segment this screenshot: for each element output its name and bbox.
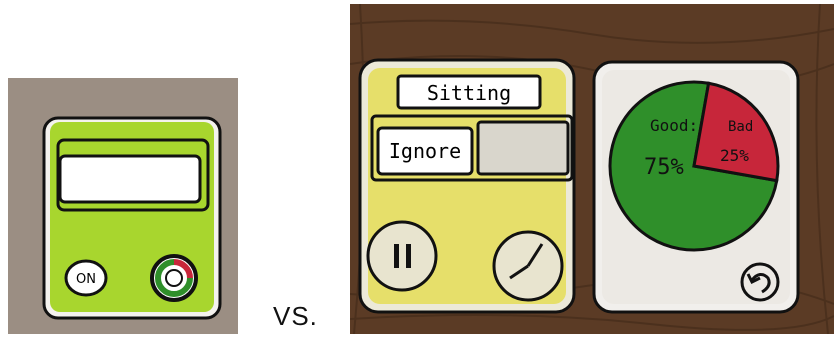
prototype-b-drawing: Sitting Ignore Good: 75% Bad 25% bbox=[350, 4, 834, 334]
bad-label: Bad bbox=[728, 119, 753, 135]
summary-pie-chart bbox=[608, 80, 780, 252]
ignore-button-label: Ignore bbox=[389, 139, 461, 163]
good-value: 75% bbox=[644, 155, 684, 180]
ignore-slot bbox=[476, 120, 570, 176]
prototype-a-photo: ON bbox=[8, 78, 238, 334]
progress-ring-icon bbox=[150, 254, 198, 302]
versus-label: VS. bbox=[273, 301, 318, 331]
on-button[interactable]: ON bbox=[64, 259, 108, 297]
ignore-button[interactable]: Ignore bbox=[376, 126, 474, 176]
prototype-a-text-field[interactable] bbox=[58, 154, 202, 204]
phone-prototype: Sitting Ignore bbox=[358, 58, 576, 314]
pause-button[interactable] bbox=[366, 220, 438, 292]
bad-value: 25% bbox=[720, 146, 749, 165]
mode-label: Sitting bbox=[427, 81, 511, 105]
chart-prototype: Good: 75% Bad 25% bbox=[592, 60, 800, 314]
timer-button[interactable] bbox=[492, 230, 564, 302]
back-button[interactable] bbox=[740, 262, 780, 302]
prototype-b-photo: Sitting Ignore Good: 75% Bad 25% bbox=[350, 4, 834, 334]
on-button-label: ON bbox=[76, 272, 96, 287]
prototype-a-drawing: ON bbox=[42, 116, 222, 320]
good-label: Good: bbox=[650, 116, 698, 135]
